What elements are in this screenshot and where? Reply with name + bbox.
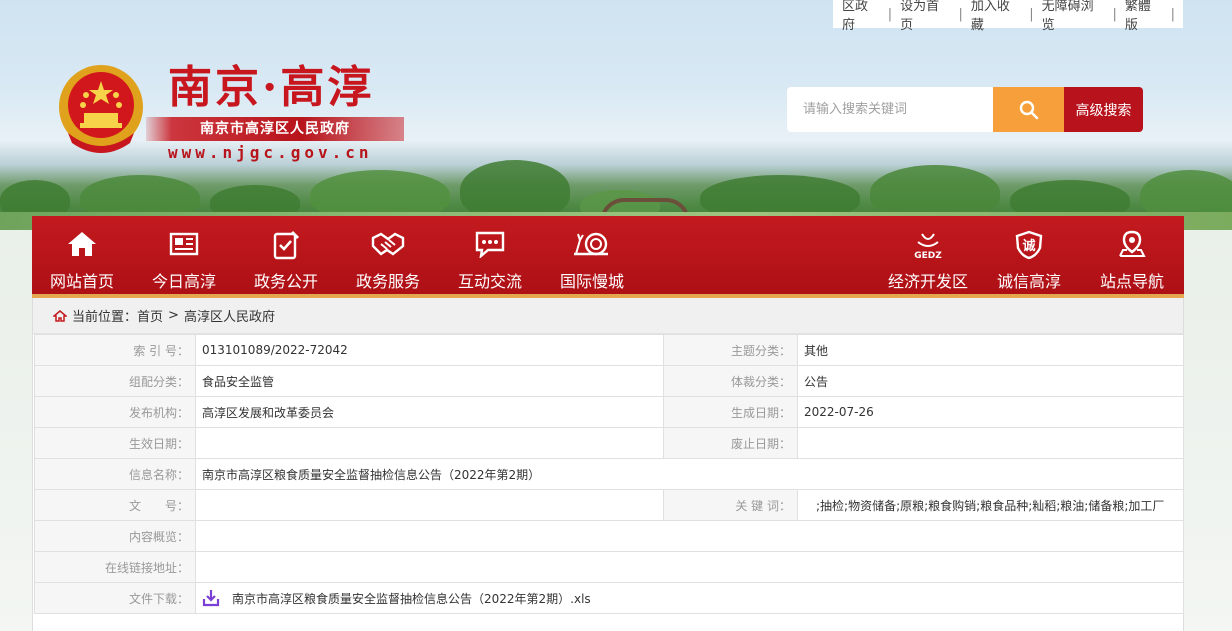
breadcrumb-home-link[interactable]: 首页 [137,306,163,325]
gov-name-banner: 南京市高淳区人民政府 [146,117,404,141]
table-row: 文件下载： 南京市高淳区粮食质量安全监督抽检信息公告（2022年第2期）.xls [34,582,1184,614]
nav-item-gov-services[interactable]: 政务服务 [338,216,438,294]
main-nav: 网站首页 今日高淳 政务公开 政务服务 互动交流 国际慢城 GEDZ 经济开发区… [32,216,1184,298]
abolished-date-value [797,427,1184,459]
breadcrumb: 当前位置： 首页 > 高淳区人民政府 [33,298,1183,334]
site-title[interactable]: 南京·高淳 [168,60,374,116]
nav-item-site-navigation[interactable]: 站点导航 [1082,216,1182,294]
index-no-value: 013101089/2022-72042 [195,334,664,366]
summary-label: 内容概览： [34,520,196,552]
abolished-date-label: 废止日期： [663,427,798,459]
map-pin-icon [1119,230,1146,257]
doc-number-value [195,489,664,521]
home-icon [68,232,96,256]
home-icon [53,309,67,322]
effective-date-value [195,427,664,459]
nav-item-gov-affairs-open[interactable]: 政务公开 [236,216,336,294]
info-metadata-table: 索 引 号： 013101089/2022-72042 主题分类： 其他 组配分… [34,334,1184,614]
keywords-value: ;抽检;物资储备;原粮;粮食购销;粮食品种;籼稻;粮油;储备粮;加工厂 [797,489,1184,521]
created-date-value: 2022-07-26 [797,396,1184,428]
breadcrumb-label: 当前位置： [72,310,138,325]
top-link-traditional-chinese[interactable]: 繁體版 [1125,0,1163,33]
topic-value: 其他 [797,334,1184,366]
handshake-icon [371,232,405,256]
download-file-link[interactable]: 南京市高淳区粮食质量安全监督抽检信息公告（2022年第2期）.xls [232,590,591,607]
nav-item-interaction[interactable]: 互动交流 [440,216,540,294]
doc-number-label: 文 号： [34,489,196,521]
info-title-value: 南京市高淳区粮食质量安全监督抽检信息公告（2022年第2期） [195,458,1184,490]
svg-text:GEDZ: GEDZ [914,251,942,260]
site-url: www.njgc.gov.cn [168,143,373,162]
table-row: 文 号： 关 键 词： ;抽检;物资储备;原粮;粮食购销;粮食品种;籼稻;粮油;… [34,489,1184,521]
table-row: 生效日期： 废止日期： [34,427,1184,459]
table-row: 发布机构： 高淳区发展和改革委员会 生成日期： 2022-07-26 [34,396,1184,428]
topic-label: 主题分类： [663,334,798,366]
index-no-label: 索 引 号： [34,334,196,366]
gedz-logo-icon: GEDZ [914,233,942,260]
top-link-set-homepage[interactable]: 设为首页 [900,0,950,33]
genre-label: 体裁分类： [663,365,798,397]
summary-value [195,520,1184,552]
nav-item-home[interactable]: 网站首页 [32,216,132,294]
online-link-value [195,551,1184,583]
table-row: 索 引 号： 013101089/2022-72042 主题分类： 其他 [34,334,1184,366]
top-link-bar: 区政府 | 设为首页 | 加入收藏 | 无障碍浏览 | 繁體版 | [833,0,1183,33]
created-date-label: 生成日期： [663,396,798,428]
keywords-label: 关 键 词： [663,489,798,521]
org-category-label: 组配分类： [34,365,196,397]
newspaper-icon [169,232,199,256]
shield-icon: 诚 [1015,230,1043,260]
table-row: 组配分类： 食品安全监管 体裁分类： 公告 [34,365,1184,397]
national-emblem-icon[interactable] [56,63,146,155]
effective-date-label: 生效日期： [34,427,196,459]
file-download-label: 文件下载： [34,582,196,614]
top-link-district-gov[interactable]: 区政府 [842,0,880,33]
breadcrumb-current[interactable]: 高淳区人民政府 [184,306,275,325]
nav-item-cittaslow[interactable]: 国际慢城 [542,216,642,294]
checklist-icon [273,230,300,260]
top-link-add-favorite[interactable]: 加入收藏 [971,0,1021,33]
nav-item-today-gaochun[interactable]: 今日高淳 [134,216,234,294]
download-icon[interactable] [202,589,220,607]
table-row: 在线链接地址： [34,551,1184,583]
chat-icon [475,231,505,258]
svg-text:诚: 诚 [1022,238,1035,254]
genre-value: 公告 [797,365,1184,397]
publisher-value: 高淳区发展和改革委员会 [195,396,664,428]
search-input[interactable] [787,87,993,132]
search-button[interactable] [993,87,1064,132]
publisher-label: 发布机构： [34,396,196,428]
search-icon [1019,100,1038,119]
nav-item-economic-dev-zone[interactable]: GEDZ 经济开发区 [878,216,978,294]
file-download-cell: 南京市高淳区粮食质量安全监督抽检信息公告（2022年第2期）.xls [195,582,1184,614]
online-link-label: 在线链接地址： [34,551,196,583]
top-link-accessibility[interactable]: 无障碍浏览 [1042,0,1105,33]
advanced-search-button[interactable]: 高级搜索 [1064,87,1143,132]
search-bar: 高级搜索 [787,87,1143,132]
breadcrumb-separator: > [168,308,179,323]
table-row: 信息名称： 南京市高淳区粮食质量安全监督抽检信息公告（2022年第2期） [34,458,1184,490]
snail-icon [574,232,608,256]
org-category-value: 食品安全监管 [195,365,664,397]
info-title-label: 信息名称： [34,458,196,490]
table-row: 内容概览： [34,520,1184,552]
content-panel: 当前位置： 首页 > 高淳区人民政府 索 引 号： 013101089/2022… [32,298,1184,631]
nav-item-credit-gaochun[interactable]: 诚 诚信高淳 [979,216,1079,294]
